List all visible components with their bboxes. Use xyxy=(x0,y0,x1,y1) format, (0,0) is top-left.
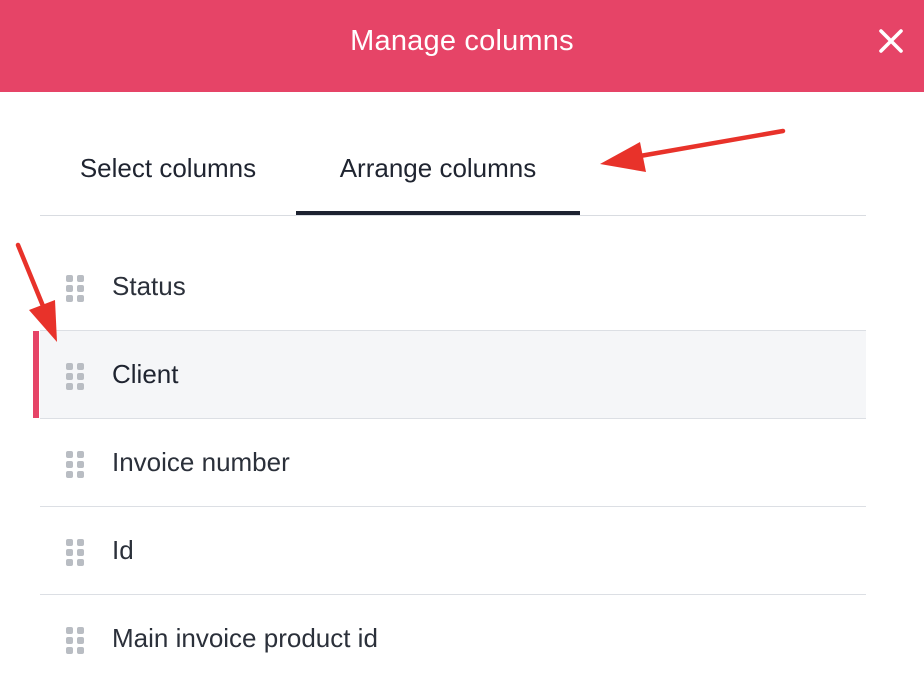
drag-handle-icon[interactable] xyxy=(66,451,85,478)
column-row-invoice-number[interactable]: Invoice number xyxy=(40,419,866,507)
column-label: Id xyxy=(112,535,134,565)
dialog-title: Manage columns xyxy=(350,25,574,57)
column-order-list: Status Client Invoice number Id Main inv… xyxy=(33,243,866,682)
close-icon xyxy=(879,29,903,53)
column-row-main-invoice-product-id[interactable]: Main invoice product id xyxy=(40,595,866,682)
drag-handle-icon[interactable] xyxy=(66,363,85,390)
drag-handle-icon[interactable] xyxy=(66,627,85,654)
tab-select-columns[interactable]: Select columns xyxy=(40,128,296,214)
column-row-id[interactable]: Id xyxy=(40,507,866,595)
column-label: Status xyxy=(112,271,186,301)
column-label: Main invoice product id xyxy=(112,623,378,653)
column-row-client[interactable]: Client xyxy=(33,331,866,419)
drag-handle-icon[interactable] xyxy=(66,539,85,566)
drag-handle-icon[interactable] xyxy=(66,275,85,302)
close-button[interactable] xyxy=(874,24,908,58)
tab-arrange-columns[interactable]: Arrange columns xyxy=(296,128,580,215)
column-label: Client xyxy=(112,359,179,389)
column-tabs: Select columns Arrange columns xyxy=(40,128,866,216)
column-label: Invoice number xyxy=(112,447,290,477)
dialog-header: Manage columns xyxy=(0,0,924,92)
column-row-status[interactable]: Status xyxy=(40,243,866,331)
